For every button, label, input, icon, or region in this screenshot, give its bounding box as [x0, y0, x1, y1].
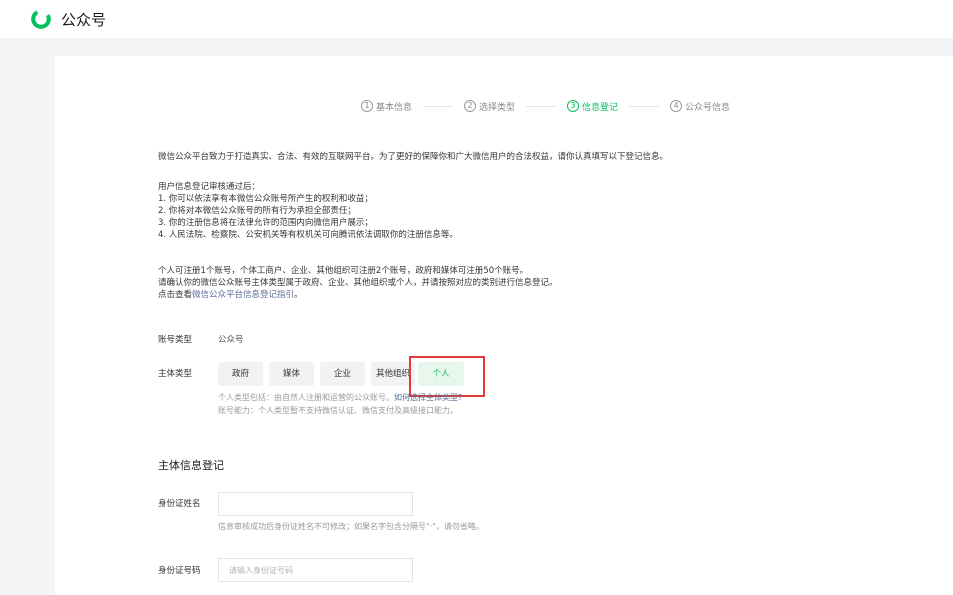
step-number: 4	[670, 100, 683, 112]
highlight-box	[409, 356, 485, 397]
step-divider	[423, 105, 454, 107]
account-limits: 个人可注册1个账号，个体工商户、企业、其他组织可注册2个账号，政府和媒体可注册5…	[158, 265, 558, 301]
subject-type-hint: 个人类型包括：由自然人注册和运营的公众账号。如何选择主体类型?	[218, 392, 462, 403]
wechat-mp-logo-icon[interactable]	[30, 8, 52, 30]
id-name-label: 身份证姓名	[158, 499, 201, 509]
review-item: 2. 你将对本微信公众账号的所有行为承担全部责任；	[158, 206, 356, 216]
subject-type-enterprise-button[interactable]: 企业	[320, 362, 365, 386]
limits-text: 个人可注册1个账号，个体工商户、企业、其他组织可注册2个账号，政府和媒体可注册5…	[158, 266, 529, 276]
account-ability-hint: 账号能力：个人类型暂不支持微信认证、微信支付及高级接口能力。	[218, 406, 458, 415]
guide-prefix: 点击查看	[158, 290, 193, 300]
review-notes: 用户信息登记审核通过后： 1. 你可以依法享有本微信公众账号所产生的权利和收益；…	[158, 181, 458, 241]
step-number: 3	[567, 100, 580, 112]
step-label: 基本信息	[376, 102, 413, 113]
app-title: 公众号	[61, 11, 107, 29]
step-indicator: 1 基本信息 2 选择类型 3 信息登记 4 公众号信息	[361, 99, 730, 113]
subject-type-government-button[interactable]: 政府	[218, 362, 263, 386]
step-account-info: 4 公众号信息	[670, 100, 730, 113]
id-number-label: 身份证号码	[158, 566, 201, 576]
guide-suffix: 。	[294, 290, 303, 300]
section-title: 主体信息登记	[158, 459, 224, 472]
step-label: 公众号信息	[685, 102, 731, 113]
hint-text: 个人类型包括：由自然人注册和运营的公众账号。	[218, 393, 394, 402]
id-number-input[interactable]	[218, 558, 413, 582]
account-type-label: 账号类型	[158, 335, 193, 345]
registration-guide-link[interactable]: 微信公众平台信息登记指引	[192, 290, 294, 300]
subject-type-media-button[interactable]: 媒体	[269, 362, 314, 386]
id-name-input[interactable]	[218, 492, 413, 516]
step-select-type: 2 选择类型	[464, 100, 515, 113]
step-label: 信息登记	[582, 102, 619, 113]
step-divider	[526, 105, 557, 107]
review-title: 用户信息登记审核通过后：	[158, 182, 261, 192]
step-basic-info: 1 基本信息	[361, 100, 412, 113]
step-info-registration: 3 信息登记	[567, 100, 618, 113]
step-number: 1	[361, 100, 373, 112]
top-bar: 公众号	[0, 0, 953, 38]
subject-type-label: 主体类型	[158, 369, 193, 379]
confirm-text: 请确认你的微信公众账号主体类型属于政府、企业、其他组织或个人，并请按照对应的类别…	[158, 278, 558, 288]
guide-line: 点击查看微信公众平台信息登记指引。	[158, 289, 558, 301]
account-type-value: 公众号	[218, 335, 244, 345]
intro-text: 微信公众平台致力于打造真实、合法、有效的互联网平台。为了更好的保障你和广大微信用…	[158, 152, 669, 162]
review-item: 4. 人民法院、检察院、公安机关等有权机关可向腾讯依法调取你的注册信息等。	[158, 230, 458, 240]
review-item: 3. 你的注册信息将在法律允许的范围内向微信用户展示；	[158, 218, 373, 228]
main-card	[55, 56, 953, 595]
step-divider	[629, 105, 660, 107]
review-item: 1. 你可以依法享有本微信公众账号所产生的权利和收益；	[158, 194, 373, 204]
step-number: 2	[464, 100, 477, 112]
how-to-choose-link[interactable]: 如何选择主体类型?	[394, 393, 462, 402]
id-name-hint: 信息审核成功后身份证姓名不可修改；如果名字包含分隔号"·"，请勿省略。	[218, 522, 484, 531]
step-label: 选择类型	[479, 102, 516, 113]
